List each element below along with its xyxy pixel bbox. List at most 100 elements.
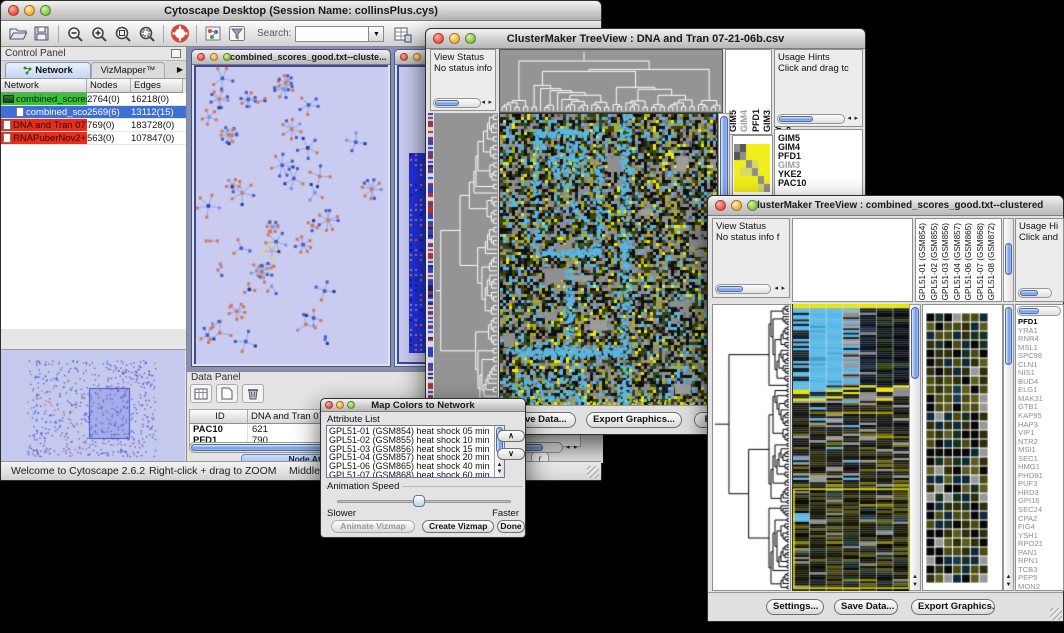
- network-table-row[interactable]: combined_scores 2764(0) 16218(0): [1, 93, 186, 106]
- column-gene-label[interactable]: PFD1: [751, 109, 761, 132]
- gene-label[interactable]: GTB1: [1018, 403, 1063, 412]
- vizmapper-icon[interactable]: [201, 23, 225, 45]
- column-header[interactable]: Edges: [131, 79, 183, 93]
- attribute-listbox[interactable]: GPL51-01 (GSM854) heat shock 05 minGPL51…: [326, 425, 505, 478]
- create-vizmap-button[interactable]: Create Vizmap: [422, 520, 494, 533]
- attribute-table-icon[interactable]: [390, 23, 414, 45]
- zoom-vscrollbar[interactable]: ▲ ▼: [1003, 304, 1014, 591]
- open-file-icon[interactable]: [6, 23, 30, 45]
- gene-label[interactable]: MSI1: [1018, 446, 1063, 455]
- gene-label[interactable]: YSH1: [1018, 532, 1063, 541]
- view-status-hscrollbar[interactable]: [715, 284, 771, 294]
- gene-label[interactable]: YRA1: [1018, 327, 1063, 336]
- gene-label[interactable]: MON2: [1018, 583, 1063, 591]
- array-label[interactable]: GPL51-02 (GSM855): [930, 223, 942, 300]
- scroll-down-icon[interactable]: ▼: [1004, 582, 1013, 589]
- gene-label[interactable]: PAN1: [1018, 549, 1063, 558]
- close-icon[interactable]: [8, 5, 19, 16]
- column-header[interactable]: Nodes: [87, 79, 131, 93]
- delete-attribute-icon[interactable]: [242, 384, 264, 403]
- scroll-left-icon[interactable]: ◂: [566, 443, 570, 453]
- save-icon[interactable]: [30, 23, 54, 45]
- gene-label[interactable]: ELG1: [1018, 386, 1063, 395]
- network-table-row[interactable]: RNAPuberNov2+ 563(0) 107847(0): [1, 132, 186, 145]
- gene-label[interactable]: TCB3: [1018, 566, 1063, 575]
- search-dropdown-icon[interactable]: ▼: [369, 26, 384, 42]
- heatmap-canvas[interactable]: [792, 304, 910, 591]
- row-dendrogram[interactable]: [713, 305, 790, 590]
- gene-label[interactable]: HAP3: [1018, 421, 1063, 430]
- tab-network[interactable]: Network: [5, 62, 91, 78]
- gene-label[interactable]: MAK31: [1018, 395, 1063, 404]
- gene-label[interactable]: MSL1: [1018, 344, 1063, 353]
- gene-list-hscrollbar[interactable]: [1017, 306, 1061, 316]
- speed-slider-thumb[interactable]: [413, 495, 425, 507]
- minimize-icon[interactable]: [336, 401, 344, 409]
- dialog-titlebar[interactable]: Map Colors to Network: [321, 399, 525, 412]
- scroll-left-icon[interactable]: ◂: [774, 284, 778, 294]
- zoom-window-icon[interactable]: [223, 53, 231, 61]
- network-canvas[interactable]: [196, 67, 388, 364]
- row-dendrogram[interactable]: [434, 113, 498, 407]
- column-tree-area[interactable]: [792, 218, 913, 302]
- gene-label[interactable]: RPO21: [1018, 540, 1063, 549]
- save-data-button[interactable]: Save Data...: [834, 599, 898, 615]
- gene-label[interactable]: RNR4: [1018, 335, 1063, 344]
- gene-label[interactable]: CPA2: [1018, 515, 1063, 524]
- zoom-window-icon[interactable]: [465, 33, 476, 44]
- data-column-id[interactable]: ID: [190, 410, 248, 424]
- done-button[interactable]: Done: [497, 520, 525, 533]
- gene-label[interactable]: PFD1: [1018, 318, 1063, 327]
- scroll-up-icon[interactable]: ▲: [910, 574, 920, 581]
- gene-label[interactable]: BUD4: [1018, 378, 1063, 387]
- gene-label[interactable]: CLN1: [1018, 361, 1063, 370]
- close-icon[interactable]: [400, 53, 408, 61]
- zoom-heatmap-canvas[interactable]: [926, 313, 988, 583]
- scroll-down-icon[interactable]: ▼: [910, 582, 920, 589]
- help-lifesaver-icon[interactable]: [168, 23, 192, 45]
- array-label[interactable]: GPL51-08 (GSM872): [987, 223, 999, 300]
- gene-label[interactable]: SEC24: [1018, 506, 1063, 515]
- scroll-right-icon[interactable]: ▸: [574, 443, 578, 453]
- network-table-row[interactable]: combined_sco 2569(6) 13112(15): [1, 106, 186, 119]
- array-label[interactable]: GPL51-07 (GSM868): [976, 223, 988, 300]
- treeview-combined-titlebar[interactable]: ClusterMaker TreeView : combined_scores_…: [708, 196, 1063, 216]
- tab-overflow-icon[interactable]: ▶: [177, 65, 183, 74]
- array-label[interactable]: GPL51-01 (GSM854): [918, 223, 930, 300]
- scroll-up-icon[interactable]: ▲: [495, 462, 504, 469]
- array-label[interactable]: GPL51-06 (GSM865): [964, 223, 976, 300]
- filter-icon[interactable]: [225, 23, 249, 45]
- attribute-item[interactable]: GPL51-07 (GSM868) heat shock 60 min: [329, 471, 493, 478]
- birdseye-canvas[interactable]: [1, 350, 185, 462]
- column-gene-label[interactable]: GIM3: [762, 110, 772, 132]
- gene-label[interactable]: HMG1: [1018, 463, 1063, 472]
- scroll-up-icon[interactable]: ▲: [1004, 574, 1013, 581]
- gene-label[interactable]: PUF3: [1018, 480, 1063, 489]
- scroll-left-icon[interactable]: ◂: [481, 98, 485, 108]
- gene-label[interactable]: PHO81: [1018, 472, 1063, 481]
- labels-vscrollbar[interactable]: [1003, 218, 1014, 302]
- settings-button[interactable]: Settings...: [766, 599, 824, 615]
- select-attributes-icon[interactable]: [190, 384, 212, 403]
- birdseye-view[interactable]: [1, 349, 186, 463]
- export-graphics-button[interactable]: Export Graphics...: [586, 412, 682, 428]
- zoom-window-icon[interactable]: [40, 5, 51, 16]
- minimize-icon[interactable]: [210, 53, 218, 61]
- new-attribute-icon[interactable]: [216, 384, 238, 403]
- array-label[interactable]: GPL51-04 (GSM857): [953, 223, 965, 300]
- heatmap-vscrollbar[interactable]: ▲ ▼: [909, 304, 921, 591]
- column-dendrogram[interactable]: [499, 49, 723, 113]
- selected-cluster-matrix[interactable]: [734, 144, 770, 192]
- close-icon[interactable]: [715, 200, 726, 211]
- gene-label[interactable]: RPN1: [1018, 557, 1063, 566]
- scroll-right-icon[interactable]: ▸: [781, 284, 785, 294]
- minimize-icon[interactable]: [413, 53, 421, 61]
- close-icon[interactable]: [325, 401, 333, 409]
- attribute-item[interactable]: GPL51-06 (GSM865) heat shock 40 min: [329, 462, 493, 471]
- treeview-dna-titlebar[interactable]: ClusterMaker TreeView : DNA and Tran 07-…: [426, 29, 865, 49]
- minimize-icon[interactable]: [24, 5, 35, 16]
- animate-vizmap-button[interactable]: Animate Vizmap: [331, 520, 415, 533]
- zoom-in-icon[interactable]: [87, 23, 111, 45]
- gene-label[interactable]: NIS1: [1018, 369, 1063, 378]
- float-panel-icon[interactable]: [171, 49, 181, 58]
